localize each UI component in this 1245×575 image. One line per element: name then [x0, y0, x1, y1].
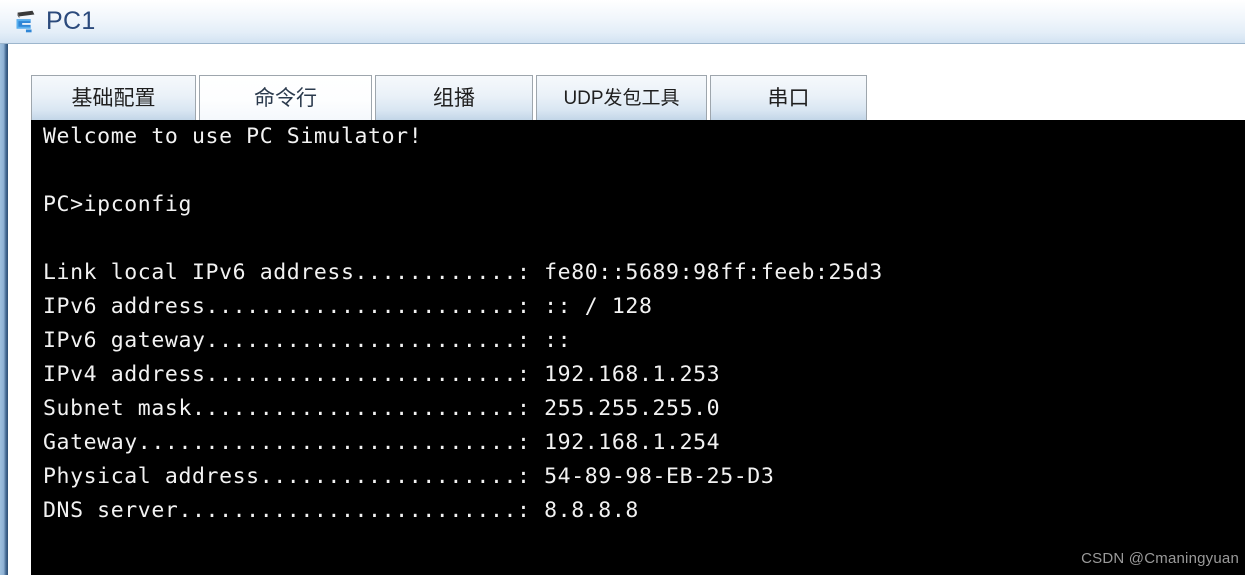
window-title: PC1	[46, 7, 96, 35]
tab-basic-config-label: 基础配置	[71, 86, 156, 110]
tab-udp-tool-label: UDP发包工具	[563, 87, 680, 109]
terminal-line: PC>ipconfig	[43, 192, 192, 217]
terminal-line: Subnet mask........................: 255…	[43, 396, 721, 421]
tab-udp-tool[interactable]: UDP发包工具	[536, 75, 707, 120]
terminal-output: Welcome to use PC Simulator! PC>ipconfig…	[43, 120, 1245, 575]
terminal-console[interactable]: Welcome to use PC Simulator! PC>ipconfig…	[31, 120, 1245, 575]
switch-icon	[16, 10, 35, 32]
window-body: 基础配置 命令行 组播 UDP发包工具 串口 Welcome to use PC…	[0, 44, 1245, 575]
watermark-text: CSDN @Cmaningyuan	[1081, 550, 1239, 567]
terminal-line: Gateway............................: 192…	[43, 430, 721, 455]
tab-basic-config[interactable]: 基础配置	[31, 75, 196, 120]
pc1-window: PC1 基础配置 命令行 组播 UDP发包工具 串口 Welcome to us…	[0, 0, 1245, 575]
terminal-line: IPv4 address.......................: 192…	[43, 362, 721, 387]
tab-multicast-label: 组播	[433, 86, 475, 110]
window-title-bar: PC1	[0, 0, 1245, 44]
tab-serial-port-label: 串口	[767, 86, 810, 110]
tab-command-line-label: 命令行	[254, 86, 317, 110]
terminal-line: Welcome to use PC Simulator!	[43, 124, 423, 149]
terminal-line: DNS server.........................: 8.8…	[43, 498, 639, 523]
window-left-border	[0, 44, 8, 575]
tab-command-line[interactable]: 命令行	[199, 75, 372, 120]
window-panel: 基础配置 命令行 组播 UDP发包工具 串口 Welcome to use PC…	[8, 44, 1245, 575]
tab-multicast[interactable]: 组播	[375, 75, 533, 120]
terminal-line: Link local IPv6 address............: fe8…	[43, 260, 883, 285]
terminal-line: IPv6 gateway.......................: ::	[43, 328, 572, 353]
tab-strip: 基础配置 命令行 组播 UDP发包工具 串口	[31, 73, 870, 120]
terminal-line: IPv6 address.......................: :: …	[43, 294, 653, 319]
terminal-line: Physical address...................: 54-…	[43, 464, 775, 489]
tab-serial-port[interactable]: 串口	[710, 75, 867, 120]
